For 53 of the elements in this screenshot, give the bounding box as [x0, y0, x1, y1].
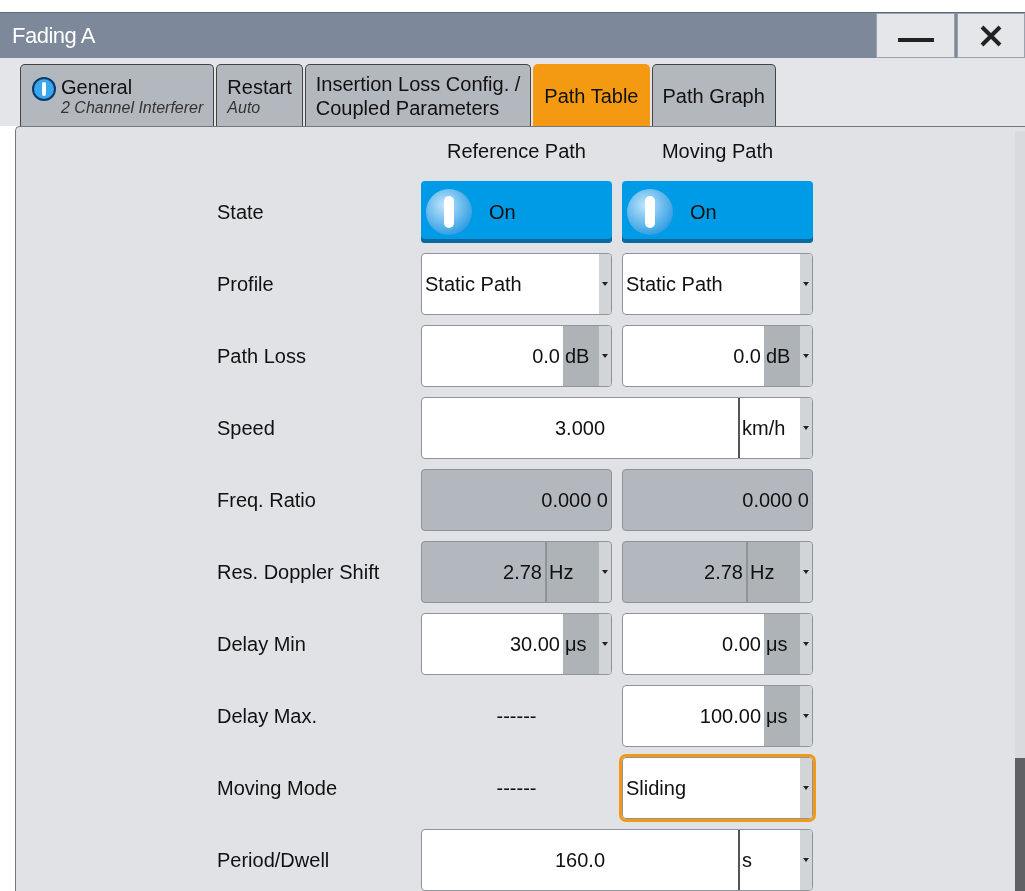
- window-title: Fading A: [11, 22, 96, 49]
- caret-icon: [803, 354, 809, 358]
- row-label: Profile: [217, 272, 275, 296]
- number-field[interactable]: 0.0 dB: [421, 325, 612, 387]
- minimize-icon: [897, 37, 934, 44]
- caret-icon: [803, 642, 809, 646]
- caret-icon: [803, 282, 809, 286]
- dropdown[interactable]: Static Path: [622, 253, 813, 315]
- caret-icon: [803, 426, 809, 430]
- tab[interactable]: Restart Auto: [216, 64, 303, 126]
- row-label: Delay Min: [217, 632, 307, 656]
- caret-icon: [803, 714, 809, 718]
- number-field[interactable]: 160.0 s: [421, 829, 813, 891]
- scrollbar[interactable]: [1015, 131, 1025, 891]
- caret-icon: [803, 786, 809, 790]
- close-icon: [979, 23, 1003, 48]
- caret-icon: [602, 570, 608, 574]
- number-field[interactable]: 0.0 dB: [622, 325, 813, 387]
- row-label: Res. Doppler Shift: [217, 560, 381, 584]
- state-toggle[interactable]: On: [421, 181, 612, 243]
- scrollbar-thumb[interactable]: [1015, 758, 1025, 891]
- row-label: Period/Dwell: [217, 848, 331, 872]
- row-label: Moving Mode: [217, 776, 339, 800]
- dropdown[interactable]: Sliding: [622, 757, 813, 819]
- toggle-knob-icon: [626, 188, 674, 236]
- row-label: Path Loss: [217, 344, 307, 368]
- number-field[interactable]: 0.00 μs: [622, 613, 813, 675]
- caret-icon: [803, 570, 809, 574]
- tab[interactable]: Path Graph: [651, 64, 776, 126]
- column-header: Moving Path: [660, 139, 775, 163]
- info-icon: [31, 75, 57, 102]
- tab[interactable]: Path Table: [533, 64, 650, 126]
- row-label: Delay Max.: [217, 704, 319, 728]
- minimize-button[interactable]: [876, 13, 955, 59]
- empty-value: ------: [496, 704, 537, 728]
- row-label: Speed: [217, 416, 276, 440]
- dropdown[interactable]: Static Path: [421, 253, 612, 315]
- number-field[interactable]: 30.00 μs: [421, 613, 612, 675]
- tab[interactable]: General 2 Channel Interferer: [20, 64, 215, 126]
- number-field[interactable]: 3.000 km/h: [421, 397, 813, 459]
- caret-icon: [602, 354, 608, 358]
- number-field[interactable]: 100.00 μs: [622, 685, 813, 747]
- state-toggle[interactable]: On: [622, 181, 813, 243]
- row-label: State: [217, 200, 265, 224]
- tab[interactable]: Insertion Loss Config. / Coupled Parameters: [304, 64, 532, 126]
- row-label: Freq. Ratio: [217, 488, 317, 512]
- toggle-knob-icon: [425, 188, 473, 236]
- caret-icon: [602, 642, 608, 646]
- close-button[interactable]: [957, 13, 1025, 59]
- caret-icon: [803, 858, 809, 862]
- column-header: Reference Path: [446, 139, 587, 163]
- empty-value: ------: [496, 776, 537, 800]
- caret-icon: [602, 282, 608, 286]
